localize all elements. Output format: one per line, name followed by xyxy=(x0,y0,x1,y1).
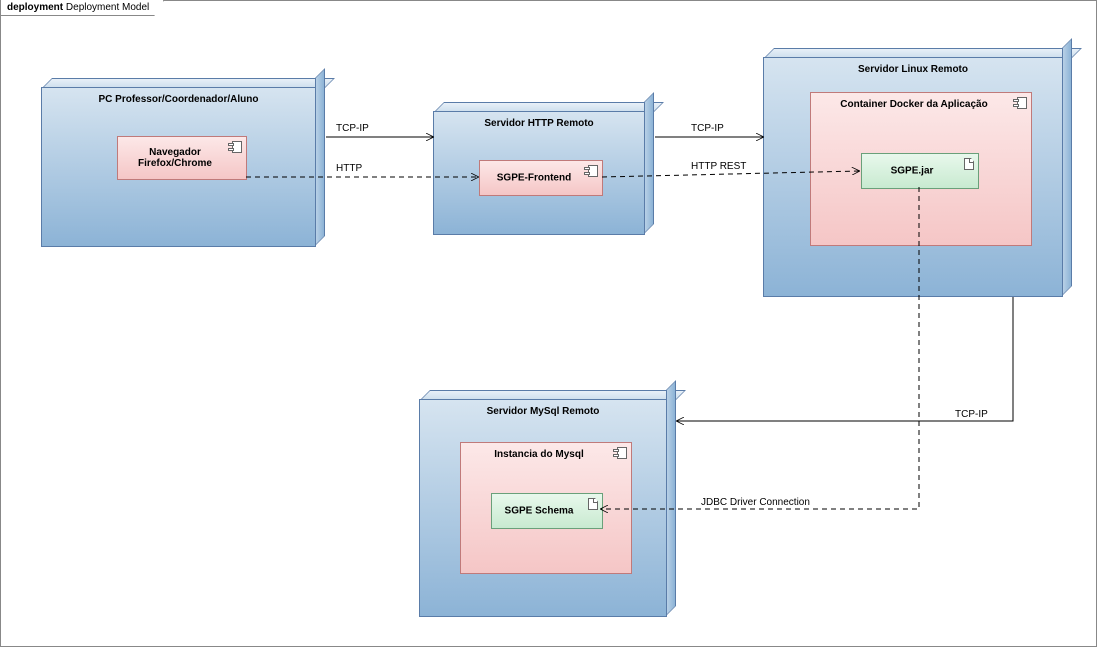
artifact-jar-title: SGPE.jar xyxy=(862,166,978,177)
component-frontend[interactable]: SGPE-Frontend xyxy=(479,160,603,196)
diagram-frame: deployment Deployment Model PC Professor… xyxy=(0,0,1097,647)
component-icon xyxy=(1013,97,1027,109)
label-http-rest: HTTP REST xyxy=(691,161,746,172)
node-pc-title: PC Professor/Coordenador/Aluno xyxy=(42,94,315,105)
component-browser[interactable]: Navegador Firefox/Chrome xyxy=(117,136,247,180)
conn-linux-mysql xyxy=(677,297,1013,421)
document-icon xyxy=(588,498,598,510)
label-tcp-ip-1: TCP-IP xyxy=(336,123,369,134)
node-http-server[interactable]: Servidor HTTP Remoto SGPE-Frontend xyxy=(433,111,645,235)
document-icon xyxy=(964,158,974,170)
artifact-schema[interactable]: SGPE Schema xyxy=(491,493,603,529)
label-http: HTTP xyxy=(336,163,362,174)
node-http-server-title: Servidor HTTP Remoto xyxy=(434,118,644,129)
component-icon xyxy=(613,447,627,459)
label-tcp-ip-3: TCP-IP xyxy=(955,409,988,420)
component-mysql-instance[interactable]: Instancia do Mysql SGPE Schema xyxy=(460,442,632,574)
node-mysql-server-title: Servidor MySql Remoto xyxy=(420,406,666,417)
component-mysql-instance-title: Instancia do Mysql xyxy=(461,449,631,460)
component-browser-title: Navegador Firefox/Chrome xyxy=(118,147,246,169)
node-linux-server-title: Servidor Linux Remoto xyxy=(764,64,1062,75)
frame-tag: deployment Deployment Model xyxy=(0,0,164,16)
label-jdbc: JDBC Driver Connection xyxy=(701,497,810,508)
artifact-jar[interactable]: SGPE.jar xyxy=(861,153,979,189)
component-icon xyxy=(584,165,598,177)
artifact-schema-title: SGPE Schema xyxy=(492,506,602,517)
frame-title: Deployment Model xyxy=(66,2,149,13)
component-docker[interactable]: Container Docker da Aplicação SGPE.jar xyxy=(810,92,1032,246)
node-linux-server[interactable]: Servidor Linux Remoto Container Docker d… xyxy=(763,57,1063,297)
node-pc[interactable]: PC Professor/Coordenador/Aluno Navegador… xyxy=(41,87,316,247)
frame-kind: deployment xyxy=(7,2,63,13)
component-icon xyxy=(228,141,242,153)
component-docker-title: Container Docker da Aplicação xyxy=(811,99,1031,110)
label-tcp-ip-2: TCP-IP xyxy=(691,123,724,134)
node-mysql-server[interactable]: Servidor MySql Remoto Instancia do Mysql… xyxy=(419,399,667,617)
